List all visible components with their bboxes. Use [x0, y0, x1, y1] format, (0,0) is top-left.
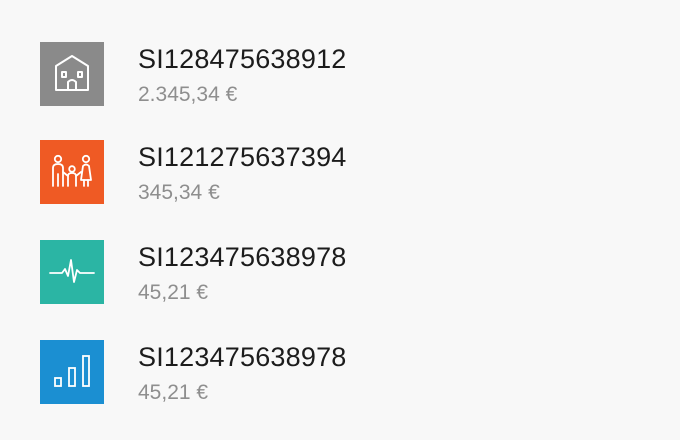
house-icon [55, 55, 89, 91]
account-iban: SI123475638978 [138, 342, 347, 372]
account-tile-health [40, 240, 104, 304]
account-balance: 45,21 € [138, 281, 209, 304]
family-icon [52, 154, 92, 187]
account-balance: 45,21 € [138, 381, 209, 404]
account-item-family[interactable]: SI121275637394 345,34 € [40, 140, 640, 204]
account-list: SI128475638912 2.345,34 € SI121275637394… [0, 0, 680, 440]
account-iban: SI123475638978 [138, 242, 347, 272]
account-item-savings[interactable]: SI123475638978 45,21 € [40, 340, 640, 404]
account-balance: 2.345,34 € [138, 83, 238, 106]
account-balance: 345,34 € [138, 181, 220, 204]
account-tile-home [40, 42, 104, 106]
account-tile-family [40, 140, 104, 204]
account-iban: SI121275637394 [138, 142, 347, 172]
account-item-health[interactable]: SI123475638978 45,21 € [40, 240, 640, 304]
bar-chart-icon [54, 355, 90, 387]
account-iban: SI128475638912 [138, 44, 347, 74]
heartbeat-icon [49, 259, 95, 283]
account-item-home[interactable]: SI128475638912 2.345,34 € [40, 42, 640, 106]
account-tile-savings [40, 340, 104, 404]
